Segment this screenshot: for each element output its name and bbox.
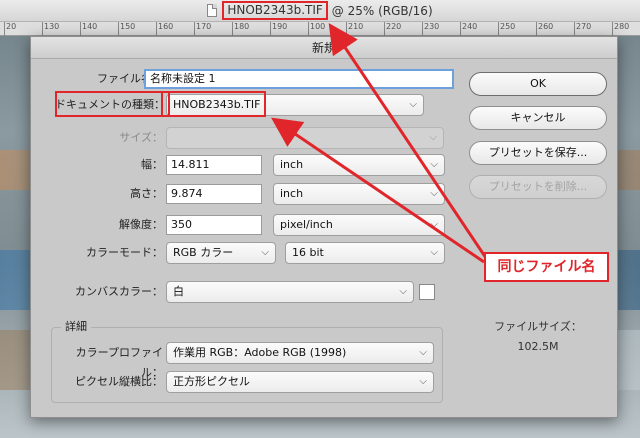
- annotation-callout: 同じファイル名: [484, 252, 609, 282]
- arrow-to-doctype: [271, 117, 485, 264]
- arrow-to-window-filename: [328, 23, 488, 259]
- annotation-arrows: [271, 23, 488, 264]
